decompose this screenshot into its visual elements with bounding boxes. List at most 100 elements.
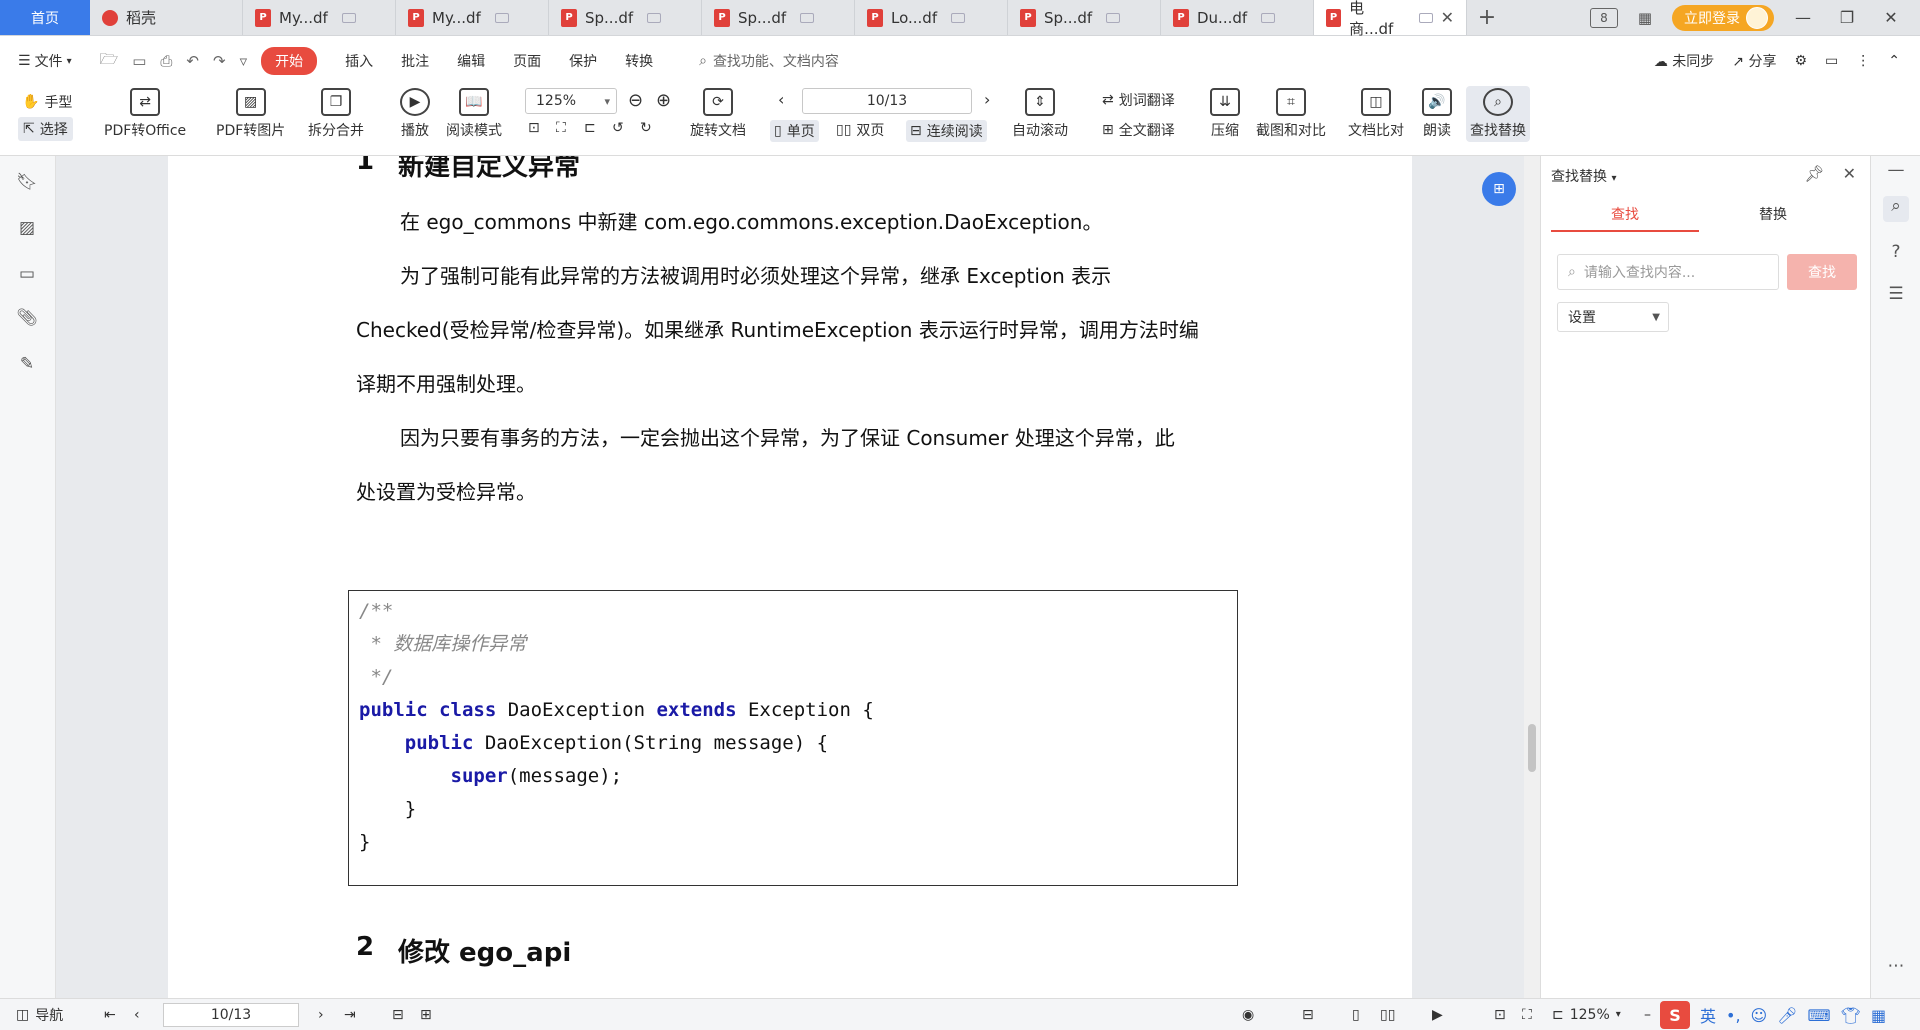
grid-apps-icon[interactable]: ▦ <box>1632 7 1658 29</box>
zoom-out-icon[interactable]: ⊖ <box>628 90 643 111</box>
read-mode-button[interactable]: 📖 阅读模式 <box>446 88 502 140</box>
settings-select[interactable]: 设置 ▼ <box>1557 302 1669 332</box>
pdf-to-image-button[interactable]: ▨ PDF转图片 <box>216 88 285 140</box>
find-panel-icon[interactable]: ⌕ <box>1883 196 1909 222</box>
minimize-icon[interactable]: — <box>1788 8 1818 27</box>
badge-icon[interactable]: 8 <box>1590 7 1618 28</box>
status-page-input[interactable]: 10/13 <box>163 1003 299 1027</box>
keyboard-icon[interactable]: ⌨ <box>1808 1006 1831 1025</box>
word-translate-button[interactable]: ⇄ 划词翻译 <box>1102 90 1175 110</box>
tab-find[interactable]: 查找 <box>1551 204 1699 232</box>
full-translate-button[interactable]: ⊞ 全文翻译 <box>1102 120 1175 140</box>
menu-start[interactable]: 开始 <box>261 47 318 75</box>
tab-document-active[interactable]: P 电商...df ✕ <box>1314 0 1467 38</box>
continuous-read-button[interactable]: ⊟ 连续阅读 <box>906 120 987 142</box>
tab-document[interactable]: P Du...df <box>1161 0 1314 35</box>
continuous-icon[interactable]: ⊟ <box>1302 1007 1314 1023</box>
menu-insert[interactable]: 插入 <box>345 51 373 71</box>
double-page-button[interactable]: ▯▯ 双页 <box>836 120 884 140</box>
menu-edit[interactable]: 编辑 <box>457 51 485 71</box>
actual-size-icon[interactable]: ⊡ <box>528 120 540 136</box>
rotate-right-icon[interactable]: ↻ <box>640 120 652 136</box>
zoom-in-icon[interactable]: ⊕ <box>656 90 671 111</box>
sync-status[interactable]: ☁ 未同步 <box>1654 51 1714 71</box>
comment-icon[interactable]: ▭ <box>1825 53 1838 69</box>
pdf-to-office-button[interactable]: ⇄ PDF转Office <box>104 88 186 140</box>
collapse-icon[interactable]: ⌃ <box>1888 53 1900 69</box>
rotate-doc-button[interactable]: ⟳ 旋转文档 <box>690 88 746 140</box>
punctuation-icon[interactable]: •, <box>1726 1006 1741 1025</box>
tab-daoke[interactable]: 稻壳 <box>90 0 243 35</box>
compress-button[interactable]: ⇊ 压缩 <box>1210 88 1240 140</box>
file-menu[interactable]: ☰ 文件 ▾ <box>18 51 72 71</box>
grid-apps-icon[interactable]: ▦ <box>1871 1006 1886 1025</box>
actual-size-icon[interactable]: ⊡ <box>1494 1007 1506 1023</box>
settings-icon[interactable]: ⚙ <box>1794 53 1807 69</box>
scrollbar-thumb[interactable] <box>1528 724 1536 772</box>
hand-tool[interactable]: ✋ 手型 <box>22 92 72 112</box>
menu-annotate[interactable]: 批注 <box>401 51 429 71</box>
vertical-scrollbar[interactable] <box>1524 156 1540 998</box>
help-icon[interactable]: ? <box>1883 242 1909 268</box>
next-page-icon[interactable]: › <box>318 1007 324 1023</box>
play-icon[interactable]: ▶ <box>1432 1007 1443 1023</box>
attachment-icon[interactable]: 📎︎ <box>16 308 38 330</box>
nav-toggle[interactable]: ◫ 导航 <box>16 1005 63 1025</box>
redo-icon[interactable]: ↷ <box>213 52 226 70</box>
comment-icon[interactable]: ▭ <box>16 264 38 286</box>
floating-tool-icon[interactable]: ⊞ <box>1482 172 1516 206</box>
restore-icon[interactable]: ❐ <box>1832 8 1862 27</box>
last-page-icon[interactable]: ⇥ <box>344 1007 356 1023</box>
read-aloud-button[interactable]: 🔊 朗读 <box>1422 88 1452 140</box>
more-icon[interactable]: ⋮ <box>1856 53 1870 69</box>
tab-document[interactable]: P Lo...df <box>855 0 1008 35</box>
save-icon[interactable]: ▭ <box>132 52 146 70</box>
forward-icon[interactable]: ⊞ <box>420 1007 432 1023</box>
tab-document[interactable]: P My...df <box>396 0 549 35</box>
tab-replace[interactable]: 替换 <box>1699 204 1847 232</box>
mic-icon[interactable]: 🎤︎ <box>1777 1006 1797 1025</box>
more-icon[interactable]: ⋯ <box>1883 956 1909 982</box>
close-window-icon[interactable]: ✕ <box>1876 8 1906 27</box>
close-icon[interactable]: ✕ <box>1843 164 1856 183</box>
tab-document[interactable]: P Sp...df <box>1008 0 1161 35</box>
close-tab-icon[interactable]: ✕ <box>1441 8 1454 27</box>
print-icon[interactable]: ⎙ <box>160 52 172 70</box>
thumbnail-icon[interactable]: ▨ <box>16 218 38 240</box>
tab-document[interactable]: P Sp...df <box>702 0 855 35</box>
doc-compare-button[interactable]: ◫ 文档比对 <box>1348 88 1404 140</box>
fit-page-icon[interactable]: ⛶ <box>1522 1007 1532 1023</box>
sliders-icon[interactable]: ☰ <box>1883 284 1909 310</box>
zoom-out-icon[interactable]: – <box>1644 1007 1651 1023</box>
page-number-input[interactable]: 10/13 <box>802 88 972 114</box>
login-button[interactable]: 立即登录 <box>1672 4 1774 31</box>
more-chevron-icon[interactable]: ▿ <box>240 52 248 70</box>
tab-document[interactable]: P My...df <box>243 0 396 35</box>
prev-page-icon[interactable]: ‹ <box>778 90 784 109</box>
eye-protect-icon[interactable]: ◉ <box>1242 1007 1254 1023</box>
zoom-select[interactable]: 125% ▾ <box>525 88 617 114</box>
select-tool[interactable]: ⇱ 选择 <box>18 117 73 141</box>
fit-page-icon[interactable]: ⛶ <box>556 120 566 136</box>
signature-icon[interactable]: ✎ <box>16 354 38 376</box>
tab-home[interactable]: 首页 <box>0 0 90 35</box>
panel-title[interactable]: 查找替换 ▾ <box>1551 166 1616 186</box>
share-button[interactable]: ↗ 分享 <box>1732 51 1776 71</box>
menu-protect[interactable]: 保护 <box>569 51 597 71</box>
prev-page-icon[interactable]: ‹ <box>134 1007 140 1023</box>
rotate-left-icon[interactable]: ↺ <box>612 120 624 136</box>
emoji-icon[interactable]: ☺ <box>1751 1006 1768 1025</box>
ime-lang[interactable]: 英 <box>1700 1003 1716 1027</box>
back-icon[interactable]: ⊟ <box>392 1007 404 1023</box>
feature-search[interactable]: ⌕ 查找功能、文档内容 <box>699 51 839 71</box>
find-replace-button[interactable]: ⌕ 查找替换 <box>1466 86 1530 142</box>
first-page-icon[interactable]: ⇤ <box>104 1007 116 1023</box>
split-merge-button[interactable]: ❐ 拆分合并 <box>308 88 364 140</box>
double-page-icon[interactable]: ▯▯ <box>1380 1007 1395 1023</box>
single-page-icon[interactable]: ▯ <box>1352 1007 1360 1023</box>
bookmark-icon[interactable]: 🔖︎ <box>16 172 38 194</box>
find-button[interactable]: 查找 <box>1787 254 1857 290</box>
sogou-icon[interactable]: S <box>1660 1001 1690 1029</box>
find-input[interactable]: ⌕ 请输入查找内容... <box>1557 254 1779 290</box>
auto-scroll-button[interactable]: ⇕ 自动滚动 <box>1012 88 1068 140</box>
